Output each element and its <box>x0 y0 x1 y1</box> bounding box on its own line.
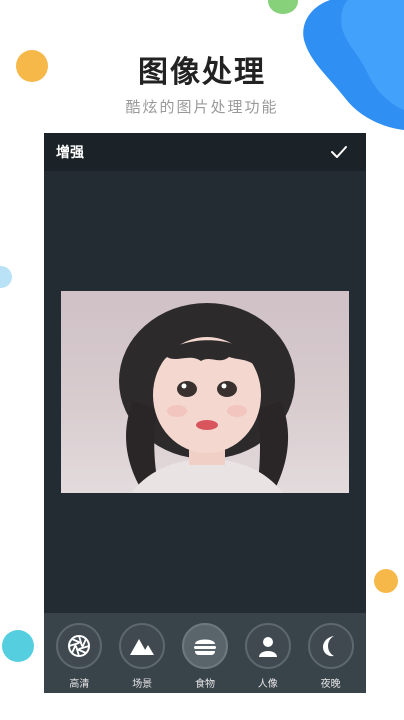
page-subtitle: 酷炫的图片处理功能 <box>125 98 279 116</box>
moon-icon <box>322 636 334 657</box>
page-title: 图像处理 <box>138 55 266 90</box>
tool-icon-circle <box>119 623 166 669</box>
person-icon <box>258 637 277 657</box>
tool-portrait[interactable]: 人像 <box>238 623 298 690</box>
tool-icon-circle <box>244 623 291 669</box>
enhance-tool-bar: 高清 场景 食物 人像 夜晚 <box>44 613 366 693</box>
tool-hd[interactable]: 高清 <box>49 623 109 690</box>
tool-label: 食物 <box>194 679 215 690</box>
tool-scene[interactable]: 场景 <box>112 623 172 690</box>
mountain-icon <box>130 639 155 655</box>
portrait-image <box>119 303 295 493</box>
confirm-button[interactable] <box>328 141 350 163</box>
tool-food[interactable]: 食物 <box>175 623 235 690</box>
decorative-dot <box>374 569 398 593</box>
aperture-icon <box>68 635 91 657</box>
decorative-dot <box>0 266 12 288</box>
portrait-photo[interactable] <box>61 291 349 493</box>
tool-label: 人像 <box>257 679 278 690</box>
decorative-dot <box>2 630 34 662</box>
tool-icon-circle <box>56 623 103 669</box>
top-toolbar: 增强 <box>44 133 366 171</box>
app-screen: 增强 高清 场景 食物 人像 夜晚 <box>44 133 366 693</box>
tool-night[interactable]: 夜晚 <box>301 623 361 690</box>
tool-icon-circle <box>307 623 354 669</box>
tool-icon-circle <box>181 623 228 669</box>
burger-icon <box>193 639 216 655</box>
tool-label: 场景 <box>132 679 153 690</box>
tool-label: 高清 <box>69 679 90 690</box>
toolbar-title: 增强 <box>56 145 84 161</box>
editing-canvas <box>44 171 366 613</box>
check-icon <box>331 146 347 158</box>
tool-label: 夜晚 <box>320 679 341 690</box>
